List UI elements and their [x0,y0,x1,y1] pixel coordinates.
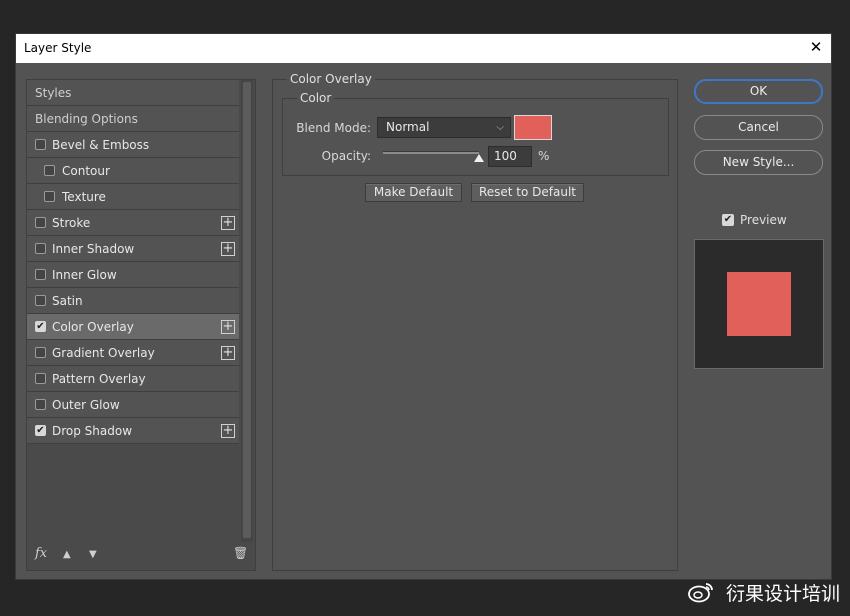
style-item-stroke[interactable]: Stroke + [27,210,239,236]
style-item-bevel-and-emboss[interactable]: Bevel & Emboss [27,132,239,158]
preview-checkbox[interactable]: ✔ [722,214,734,226]
checkbox-icon[interactable]: ✔ [35,425,46,436]
blend-mode-value: Normal [386,120,430,134]
styles-scrollbar[interactable] [241,80,253,542]
style-item-inner-glow[interactable]: Inner Glow [27,262,239,288]
style-item-label: Contour [62,164,110,178]
style-item-label: Styles [35,86,72,100]
fx-icon[interactable]: fx [35,546,47,561]
styles-scroll-thumb[interactable] [243,82,251,538]
opacity-label: Opacity: [321,149,371,163]
style-item-drop-shadow[interactable]: ✔ Drop Shadow + [27,418,239,444]
preview-thumbnail [694,239,824,369]
style-item-label: Outer Glow [52,398,120,412]
style-item-gradient-overlay[interactable]: Gradient Overlay + [27,340,239,366]
layer-style-dialog: Layer Style ✕ Styles Blending Options Beve… [15,33,832,580]
section-title: Color Overlay [287,72,375,86]
checkbox-icon[interactable] [35,139,46,150]
blend-mode-label: Blend Mode: [296,121,371,135]
move-down-icon[interactable]: ▼ [89,549,97,560]
style-item-label: Texture [62,190,106,204]
new-style-button[interactable]: New Style... [694,150,823,175]
cancel-button[interactable]: Cancel [694,115,823,140]
dialog-title: Layer Style [24,41,92,55]
trash-icon[interactable]: 🗑 [233,546,248,560]
color-overlay-panel: Color Overlay Color Blend Mode: Normal ⌵… [272,72,678,571]
styles-list: Styles Blending Options Bevel & Emboss Cont… [27,80,239,444]
preview-label: Preview [740,213,787,227]
style-item-contour[interactable]: Contour [27,158,239,184]
group-title: Color [297,91,335,105]
checkbox-icon[interactable] [35,347,46,358]
opacity-input[interactable]: 100 [488,146,532,167]
style-item-label: Stroke [52,216,91,230]
checkbox-icon[interactable] [44,191,55,202]
checkbox-icon[interactable] [35,243,46,254]
checkbox-icon[interactable] [35,217,46,228]
opacity-unit: % [538,149,550,163]
style-item-texture[interactable]: Texture [27,184,239,210]
style-item-label: Blending Options [35,112,138,126]
style-item-label: Color Overlay [52,320,134,334]
add-effect-icon[interactable]: + [221,424,235,438]
checkbox-icon[interactable] [35,295,46,306]
opacity-slider[interactable] [383,151,484,162]
close-icon[interactable]: ✕ [809,38,823,56]
style-item-outer-glow[interactable]: Outer Glow [27,392,239,418]
style-item-label: Inner Glow [52,268,117,282]
dialog-content: Styles Blending Options Bevel & Emboss Cont… [16,63,831,579]
style-item-styles[interactable]: Styles [27,80,239,106]
watermark: 衍果设计培训 [688,579,840,608]
make-default-button[interactable]: Make Default [365,183,462,202]
checkbox-icon[interactable] [35,399,46,410]
checkbox-icon[interactable]: ✔ [35,321,46,332]
style-item-pattern-overlay[interactable]: Pattern Overlay [27,366,239,392]
checkbox-icon[interactable] [35,373,46,384]
add-effect-icon[interactable]: + [221,216,235,230]
checkbox-icon[interactable] [44,165,55,176]
style-item-label: Inner Shadow [52,242,135,256]
opacity-slider-thumb[interactable] [474,154,484,162]
move-up-icon[interactable]: ▲ [63,549,71,560]
ok-button[interactable]: OK [694,79,823,104]
opacity-slider-fill [383,152,479,154]
watermark-text: 衍果设计培训 [725,583,840,605]
color-group: Color Blend Mode: Normal ⌵ Opacity: 100 … [282,91,669,176]
overlay-color-swatch[interactable] [514,115,552,140]
checkbox-icon[interactable] [35,269,46,280]
add-effect-icon[interactable]: + [221,242,235,256]
style-item-label: Pattern Overlay [52,372,146,386]
style-item-blending-options[interactable]: Blending Options [27,106,239,132]
add-effect-icon[interactable]: + [221,320,235,334]
styles-panel: Styles Blending Options Bevel & Emboss Cont… [26,79,256,571]
style-item-inner-shadow[interactable]: Inner Shadow + [27,236,239,262]
style-item-color-overlay[interactable]: ✔ Color Overlay + [27,314,239,340]
style-item-label: Bevel & Emboss [52,138,150,152]
style-item-label: Satin [52,294,83,308]
chevron-down-icon: ⌵ [496,122,504,133]
styles-panel-footer: fx ▲ ▼ 🗑 [27,540,255,570]
style-item-label: Drop Shadow [52,424,133,438]
add-effect-icon[interactable]: + [221,346,235,360]
blend-mode-select[interactable]: Normal ⌵ [377,117,511,138]
style-item-satin[interactable]: Satin [27,288,239,314]
reset-to-default-button[interactable]: Reset to Default [471,183,584,202]
title-bar: Layer Style ✕ [16,34,831,63]
weibo-logo-icon [688,581,714,608]
preview-color-swatch [727,272,791,336]
style-item-label: Gradient Overlay [52,346,155,360]
